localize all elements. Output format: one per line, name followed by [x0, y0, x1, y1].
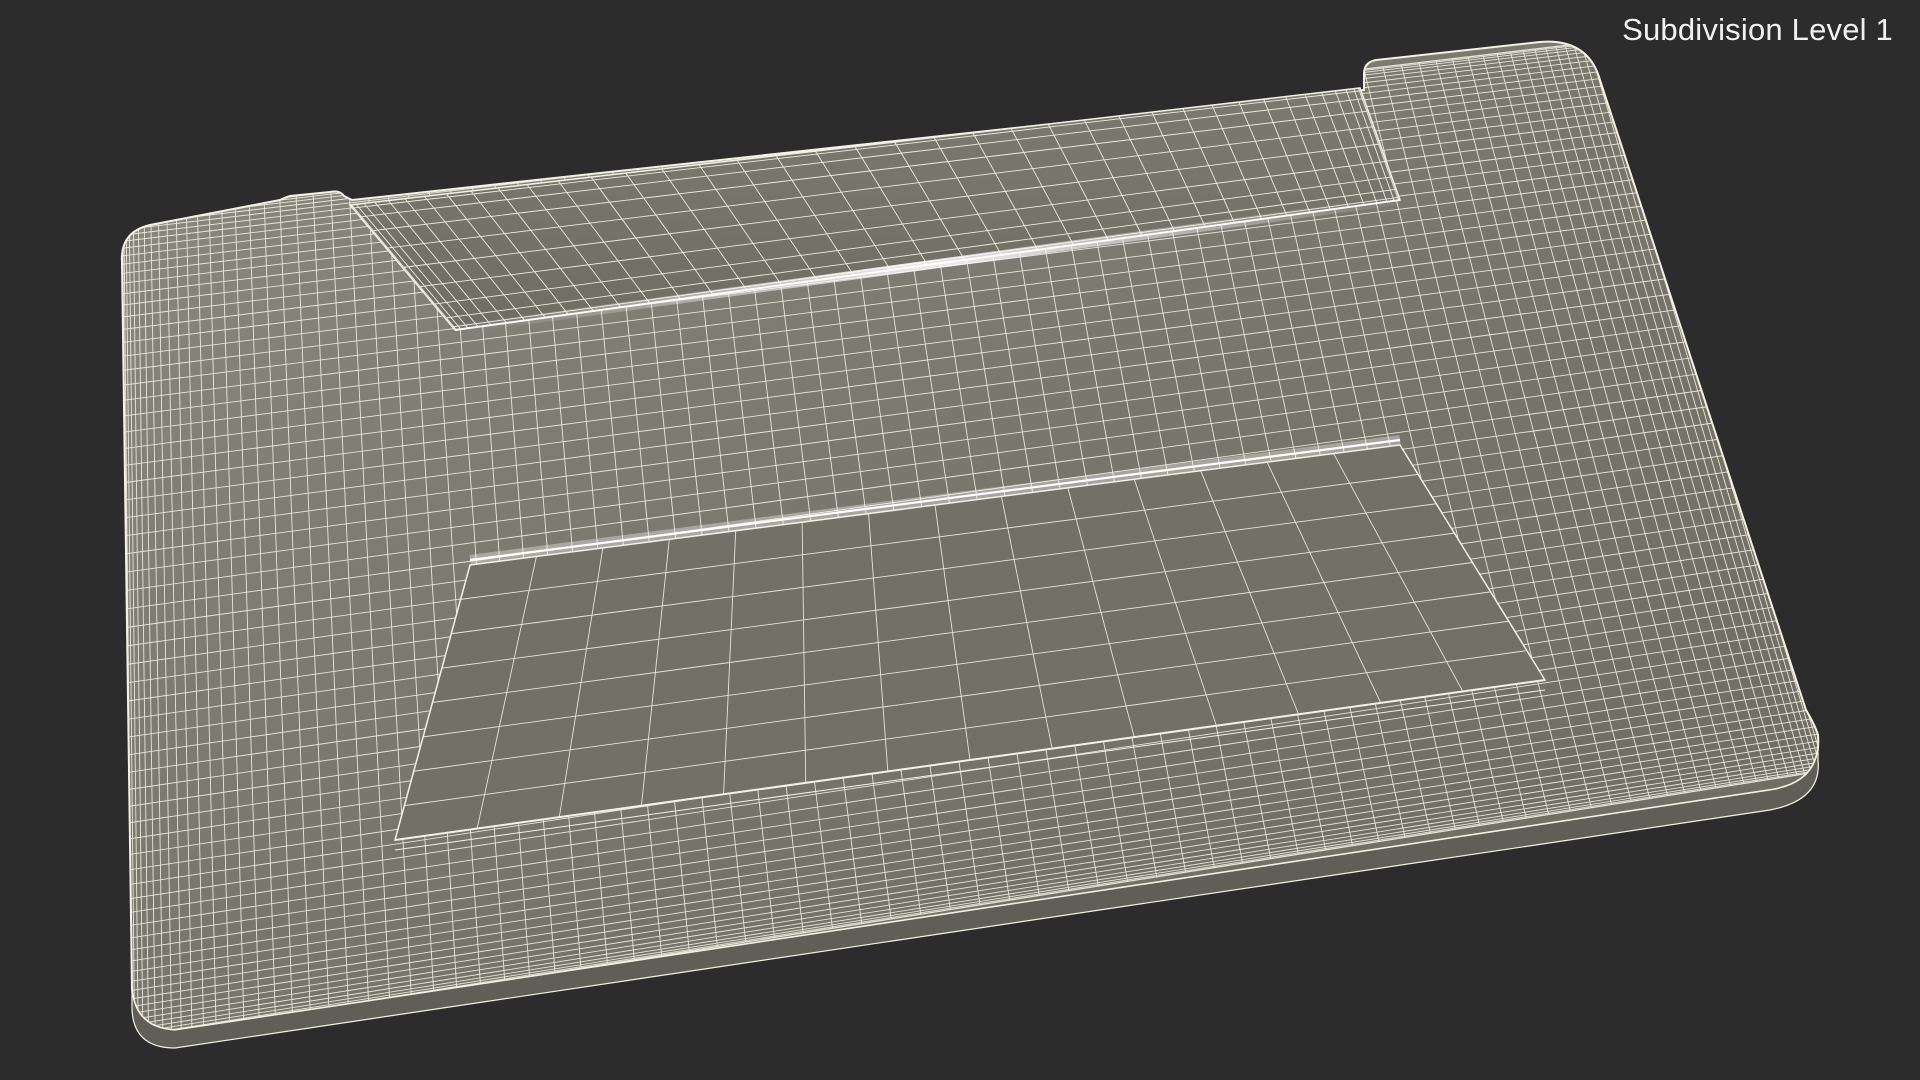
subdivision-level-label: Subdivision Level 1 — [1622, 12, 1893, 47]
3d-viewport[interactable]: Subdivision Level 1 — [0, 0, 1920, 1080]
wireframe-tray-model[interactable] — [0, 0, 1920, 1080]
